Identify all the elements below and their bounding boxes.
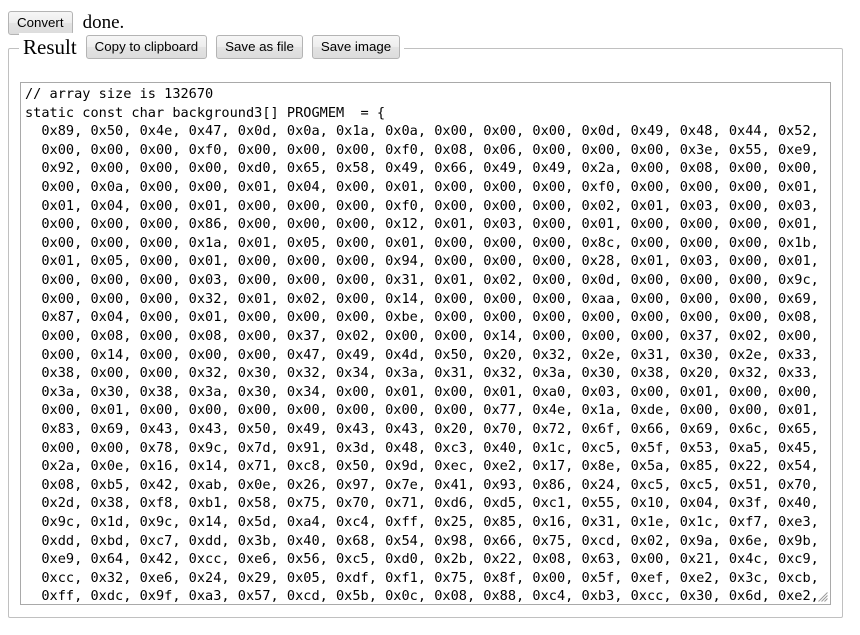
code-line: 0x00, 0x00, 0x00, 0xf0, 0x00, 0x00, 0x00…: [25, 141, 819, 158]
code-line: 0x00, 0x00, 0x00, 0x1a, 0x01, 0x05, 0x00…: [25, 234, 819, 251]
code-line: 0x2d, 0x38, 0xf8, 0xb1, 0x58, 0x75, 0x70…: [25, 495, 819, 512]
code-line: 0x01, 0x05, 0x00, 0x01, 0x00, 0x00, 0x00…: [25, 253, 819, 270]
code-line: 0xe9, 0x64, 0x42, 0xcc, 0xe6, 0x56, 0xc5…: [25, 551, 819, 568]
code-output-textarea[interactable]: // array size is 132670 static const char…: [20, 82, 831, 605]
code-line: 0xcc, 0x32, 0xe6, 0x24, 0x29, 0x05, 0xdf…: [25, 569, 819, 586]
code-line: 0x38, 0x00, 0x00, 0x32, 0x30, 0x32, 0x34…: [25, 365, 819, 382]
code-line: 0x00, 0x0a, 0x00, 0x00, 0x01, 0x04, 0x00…: [25, 179, 819, 196]
code-line: 0x00, 0x00, 0x78, 0x9c, 0x7d, 0x91, 0x3d…: [25, 439, 819, 456]
code-line: // array size is 132670: [25, 86, 214, 102]
resize-grip-icon[interactable]: [815, 589, 828, 602]
code-line: 0x00, 0x00, 0x00, 0x03, 0x00, 0x00, 0x00…: [25, 272, 819, 289]
code-line: 0x08, 0xb5, 0x42, 0xab, 0x0e, 0x26, 0x97…: [25, 476, 819, 493]
code-line: 0x00, 0x00, 0x00, 0x86, 0x00, 0x00, 0x00…: [25, 216, 819, 233]
code-line: 0x83, 0x69, 0x43, 0x43, 0x50, 0x49, 0x43…: [25, 420, 819, 437]
code-line: 0xff, 0xdc, 0x9f, 0xa3, 0x57, 0xcd, 0x5b…: [25, 588, 819, 605]
save-image-button[interactable]: Save image: [311, 34, 401, 60]
code-output-lines: // array size is 132670 static const char…: [25, 85, 827, 605]
result-panel: Result Copy to clipboard Save as file Sa…: [8, 33, 843, 618]
code-line: 0x01, 0x04, 0x00, 0x01, 0x00, 0x00, 0x00…: [25, 197, 819, 214]
save-as-file-button[interactable]: Save as file: [216, 34, 303, 60]
code-line: 0x89, 0x50, 0x4e, 0x47, 0x0d, 0x0a, 0x1a…: [25, 123, 819, 140]
result-legend-row: Result Copy to clipboard Save as file Sa…: [19, 33, 405, 61]
code-line: 0x3a, 0x30, 0x38, 0x3a, 0x30, 0x34, 0x00…: [25, 383, 819, 400]
status-text: done.: [82, 12, 125, 33]
convert-button[interactable]: Convert: [8, 10, 73, 36]
code-line: 0x2a, 0x0e, 0x16, 0x14, 0x71, 0xc8, 0x50…: [25, 458, 819, 475]
code-line: 0x00, 0x00, 0x00, 0x32, 0x01, 0x02, 0x00…: [25, 290, 819, 307]
code-line: 0xdd, 0xbd, 0xc7, 0xdd, 0x3b, 0x40, 0x68…: [25, 532, 819, 549]
code-line: 0x00, 0x14, 0x00, 0x00, 0x00, 0x47, 0x49…: [25, 346, 819, 363]
result-legend-title: Result: [23, 34, 77, 59]
code-line: static const char background3[] PROGMEM …: [25, 104, 386, 121]
code-line: 0x92, 0x00, 0x00, 0x00, 0xd0, 0x65, 0x58…: [25, 160, 819, 177]
code-line: 0x87, 0x04, 0x00, 0x01, 0x00, 0x00, 0x00…: [25, 309, 819, 326]
code-line: 0x9c, 0x1d, 0x9c, 0x14, 0x5d, 0xa4, 0xc4…: [25, 514, 819, 531]
copy-to-clipboard-button[interactable]: Copy to clipboard: [85, 34, 208, 60]
code-line: 0x00, 0x08, 0x00, 0x08, 0x00, 0x37, 0x02…: [25, 327, 819, 344]
code-line: 0x00, 0x01, 0x00, 0x00, 0x00, 0x00, 0x00…: [25, 402, 819, 419]
